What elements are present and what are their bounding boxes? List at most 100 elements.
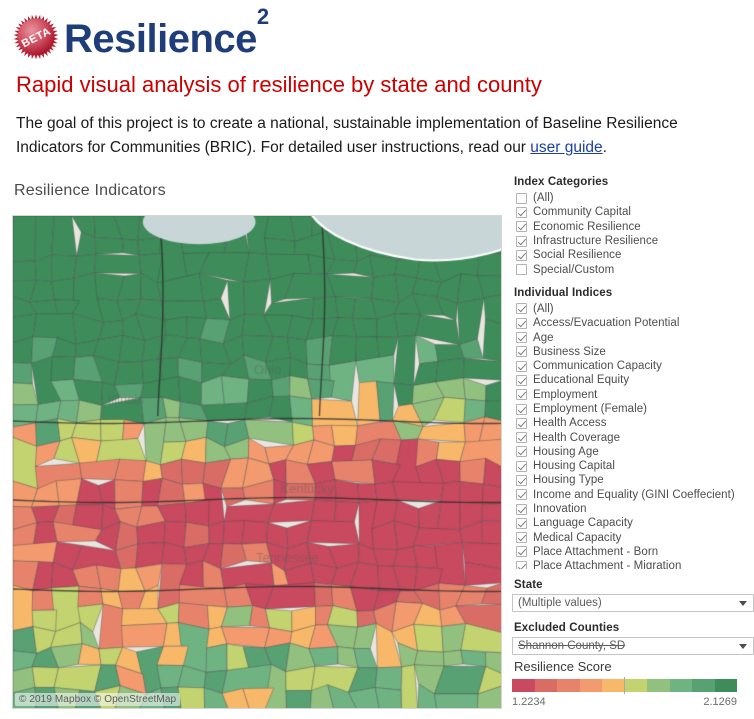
individual-index-item[interactable]: (All) (512, 302, 754, 316)
index-category-item[interactable]: Special/Custom (512, 262, 754, 276)
individual-index-item[interactable]: Employment (512, 388, 754, 402)
individual-index-item[interactable]: Business Size (512, 345, 754, 359)
individual-index-item[interactable]: Health Coverage (512, 430, 754, 444)
checkbox-checked-icon[interactable] (516, 360, 527, 372)
choropleth-map[interactable]: © 2019 Mapbox © OpenStreetMap (12, 215, 502, 709)
index-category-item[interactable]: Infrastructure Resilience (512, 234, 754, 248)
legend: Resilience Score 1.2234 2.1269 (512, 659, 742, 708)
individual-index-item[interactable]: Housing Capital (512, 459, 754, 473)
checkbox-checked-icon[interactable] (516, 489, 527, 501)
index-category-item-label: Community Capital (533, 206, 631, 219)
individual-index-item-label: Business Size (533, 345, 606, 358)
individual-index-item-label: Health Access (533, 417, 607, 430)
index-category-item-label: (All) (533, 192, 554, 205)
individual-index-item[interactable]: Age (512, 330, 754, 344)
chevron-down-icon[interactable] (739, 643, 747, 649)
intro-text-part2: . (602, 139, 607, 157)
state-filter-label: State (514, 578, 543, 591)
checkbox-checked-icon[interactable] (516, 317, 527, 329)
index-categories-filter: Index Categories (All) Community Capital E… (512, 176, 754, 277)
map-panel: Resilience Indicators © 2019 Mapbox © Op… (0, 176, 503, 719)
individual-index-item-label: Medical Capacity (533, 531, 622, 544)
individual-index-item-label: (All) (533, 302, 554, 315)
individual-index-item-label: Language Capacity (533, 517, 633, 530)
checkbox-checked-icon[interactable] (516, 474, 527, 486)
checkbox-unchecked-icon[interactable] (516, 192, 527, 204)
checkbox-checked-icon[interactable] (516, 417, 527, 429)
checkbox-checked-icon[interactable] (516, 517, 527, 529)
state-filter: State (Multiple values) (512, 579, 754, 612)
checkbox-checked-icon[interactable] (516, 249, 527, 261)
individual-index-item[interactable]: Health Access (512, 416, 754, 430)
checkbox-checked-icon[interactable] (516, 303, 527, 315)
individual-index-item-label: Health Coverage (533, 431, 621, 444)
legend-swatch (557, 679, 580, 692)
individual-index-item-label: Housing Age (533, 445, 599, 458)
individual-indices-list[interactable]: (All) Access/Evacuation Potential Age Busin… (512, 302, 754, 569)
legend-tick-mark (624, 677, 625, 694)
checkbox-checked-icon[interactable] (516, 206, 527, 218)
checkbox-checked-icon[interactable] (516, 560, 527, 569)
legend-swatch (714, 679, 737, 692)
individual-index-item[interactable]: Educational Equity (512, 373, 754, 387)
checkbox-checked-icon[interactable] (516, 235, 527, 247)
legend-swatch (534, 679, 557, 692)
individual-indices-scroll[interactable]: (All) Access/Evacuation Potential Age Busin… (512, 302, 754, 569)
checkbox-checked-icon[interactable] (516, 432, 527, 444)
individual-index-item-label: Access/Evacuation Potential (533, 317, 680, 330)
index-category-item-label: Economic Resilience (533, 220, 641, 233)
legend-swatch (624, 679, 647, 692)
individual-index-item[interactable]: Place Attachment - Born (512, 545, 754, 559)
checkbox-checked-icon[interactable] (516, 374, 527, 386)
legend-max-value: 2.1269 (703, 696, 737, 708)
index-category-item-label: Social Resilience (533, 249, 622, 262)
legend-title: Resilience Score (514, 659, 612, 674)
checkbox-checked-icon[interactable] (516, 503, 527, 515)
checkbox-checked-icon[interactable] (516, 546, 527, 558)
index-categories-list[interactable]: (All) Community Capital Economic Resilienc… (512, 191, 754, 277)
checkbox-checked-icon[interactable] (516, 389, 527, 401)
individual-index-item-label: Innovation (533, 503, 587, 516)
map-title: Resilience Indicators (14, 182, 166, 199)
user-guide-link[interactable]: user guide (530, 139, 602, 156)
index-category-item[interactable]: Community Capital (512, 205, 754, 219)
index-category-item[interactable]: (All) (512, 191, 754, 205)
checkbox-unchecked-icon[interactable] (516, 264, 527, 276)
checkbox-checked-icon[interactable] (516, 403, 527, 415)
checkbox-checked-icon[interactable] (516, 332, 527, 344)
individual-index-item[interactable]: Housing Type (512, 473, 754, 487)
excluded-counties-value: Shannon County, SD (518, 639, 626, 652)
site-header: BETA Resilience2 (0, 0, 754, 64)
individual-index-item[interactable]: Medical Capacity (512, 531, 754, 545)
checkbox-checked-icon[interactable] (516, 221, 527, 233)
excluded-counties-select[interactable]: Shannon County, SD (512, 636, 754, 655)
excluded-counties-filter: Excluded Counties Shannon County, SD (512, 622, 754, 655)
page-subtitle: Rapid visual analysis of resilience by s… (16, 72, 542, 97)
chevron-down-icon[interactable] (739, 600, 747, 606)
individual-index-item[interactable]: Place Attachment - Migration (512, 559, 754, 569)
index-category-item[interactable]: Social Resilience (512, 248, 754, 262)
individual-index-item[interactable]: Access/Evacuation Potential (512, 316, 754, 330)
app-page: BETA Resilience2 Rapid visual analysis o… (0, 0, 754, 719)
checkbox-checked-icon[interactable] (516, 446, 527, 458)
individual-index-item-label: Housing Capital (533, 460, 615, 473)
index-category-item-label: Special/Custom (533, 263, 615, 276)
individual-index-item[interactable]: Income and Equality (GINI Coeffecient) (512, 488, 754, 502)
legend-swatch (579, 679, 602, 692)
individual-index-item-label: Income and Equality (GINI Coeffecient) (533, 488, 735, 501)
individual-index-item[interactable]: Employment (Female) (512, 402, 754, 416)
individual-index-item[interactable]: Innovation (512, 502, 754, 516)
checkbox-checked-icon[interactable] (516, 346, 527, 358)
individual-index-item[interactable]: Communication Capacity (512, 359, 754, 373)
individual-index-item-label: Communication Capacity (533, 360, 662, 373)
index-category-item[interactable]: Economic Resilience (512, 220, 754, 234)
checkbox-checked-icon[interactable] (516, 532, 527, 544)
legend-swatch (512, 679, 535, 692)
map-canvas[interactable] (13, 216, 501, 708)
state-select[interactable]: (Multiple values) (512, 593, 754, 612)
checkbox-checked-icon[interactable] (516, 460, 527, 472)
individual-indices-label: Individual Indices (514, 286, 613, 299)
individual-index-item[interactable]: Language Capacity (512, 516, 754, 530)
legend-scale: 1.2234 2.1269 (512, 696, 737, 708)
individual-index-item[interactable]: Housing Age (512, 445, 754, 459)
